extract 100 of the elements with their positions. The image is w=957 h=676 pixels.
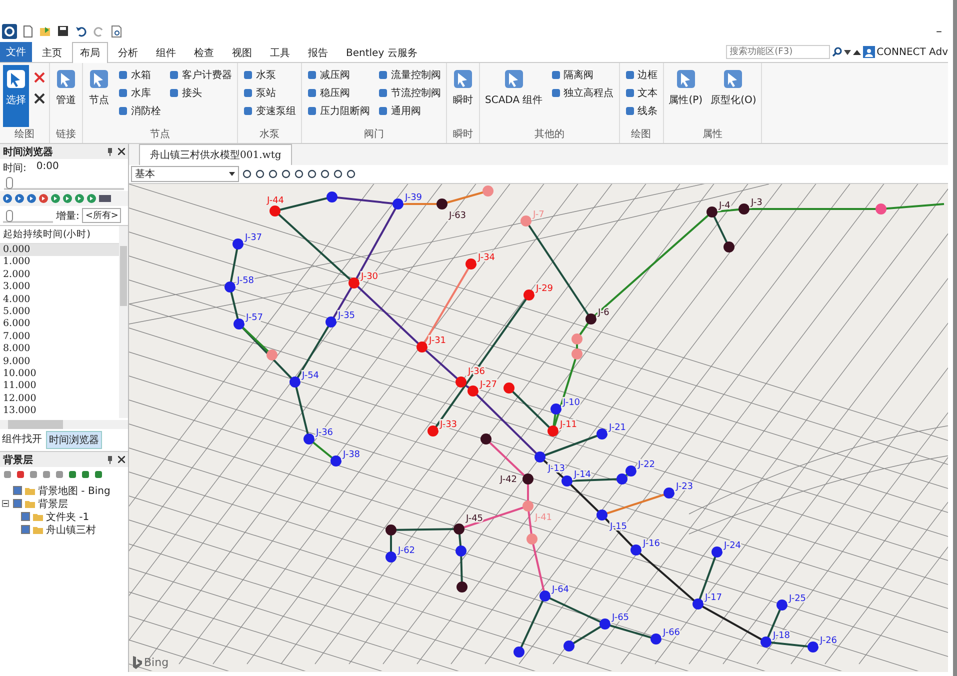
junction-node[interactable] bbox=[520, 216, 532, 226]
junction-node[interactable] bbox=[480, 434, 492, 444]
ribbon-button[interactable]: 线条 bbox=[622, 103, 660, 119]
time-step-row[interactable]: 13.000 bbox=[0, 405, 119, 418]
junction-node[interactable] bbox=[760, 636, 772, 648]
junction-node[interactable] bbox=[224, 282, 236, 292]
junction-node[interactable] bbox=[456, 582, 468, 592]
junction-node[interactable] bbox=[386, 524, 396, 536]
junction-node[interactable] bbox=[876, 204, 886, 214]
ribbon-tab[interactable]: 布局 bbox=[72, 42, 108, 62]
junction-node[interactable] bbox=[504, 382, 514, 394]
ribbon-button[interactable]: SCADA 组件 bbox=[483, 65, 545, 127]
ribbon-button[interactable]: 节流控制阀 bbox=[376, 85, 443, 101]
playback-control-icon[interactable] bbox=[87, 194, 96, 203]
junction-node[interactable] bbox=[348, 278, 360, 288]
speed-slider[interactable] bbox=[3, 208, 53, 222]
junction-node[interactable] bbox=[456, 376, 466, 388]
ribbon-button[interactable]: 独立高程点 bbox=[548, 85, 616, 101]
tree-toggle[interactable] bbox=[2, 500, 10, 507]
playback-control-icon[interactable] bbox=[3, 194, 12, 203]
junction-node[interactable] bbox=[572, 348, 582, 360]
junction-node[interactable] bbox=[596, 428, 608, 440]
layer-label[interactable]: 背景层 bbox=[38, 496, 68, 510]
junction-node[interactable] bbox=[540, 590, 550, 602]
junction-node[interactable] bbox=[562, 476, 572, 486]
junction-node[interactable] bbox=[386, 552, 396, 562]
time-step-row[interactable]: 12.000 bbox=[0, 392, 119, 406]
junction-node[interactable] bbox=[626, 466, 636, 476]
junction-node[interactable] bbox=[304, 434, 314, 444]
junction-node[interactable] bbox=[534, 452, 546, 462]
ribbon-button[interactable]: 瞬时 bbox=[450, 65, 476, 127]
ribbon-tab[interactable]: 检查 bbox=[186, 42, 222, 62]
tool-icon[interactable] bbox=[33, 92, 46, 105]
junction-node[interactable] bbox=[270, 206, 280, 216]
ribbon-button[interactable]: 变速泵组 bbox=[241, 103, 298, 119]
ribbon-tab[interactable]: Bentley 云服务 bbox=[338, 42, 426, 62]
time-step-row[interactable]: 9.000 bbox=[0, 356, 119, 368]
time-step-row[interactable]: 3.000 bbox=[0, 281, 119, 294]
time-step-row[interactable]: 7.000 bbox=[0, 330, 119, 344]
dropdown-caret-icon[interactable] bbox=[844, 50, 851, 54]
ribbon-button[interactable]: 通用阀 bbox=[376, 103, 443, 119]
layer-checkbox[interactable] bbox=[13, 486, 22, 495]
time-step-row[interactable]: 5.000 bbox=[0, 306, 119, 318]
ribbon-button[interactable]: 水泵 bbox=[241, 67, 298, 83]
junction-node[interactable] bbox=[776, 600, 788, 610]
junction-node[interactable] bbox=[548, 426, 558, 436]
ribbon-tab[interactable]: 组件 bbox=[148, 42, 184, 62]
panel-tab[interactable]: 组件找开 bbox=[0, 431, 44, 449]
playback-control-icon[interactable] bbox=[75, 194, 84, 203]
junction-node[interactable] bbox=[692, 598, 704, 610]
junction-node[interactable] bbox=[706, 206, 718, 218]
junction-node[interactable] bbox=[596, 510, 608, 520]
junction-node[interactable] bbox=[526, 534, 538, 544]
junction-node[interactable] bbox=[600, 618, 610, 630]
close-icon[interactable] bbox=[118, 456, 125, 463]
layer-checkbox[interactable] bbox=[21, 512, 30, 521]
document-tab[interactable]: 舟山镇三村供水模型001.wtg bbox=[139, 144, 292, 165]
file-tab[interactable]: 文件 bbox=[0, 42, 32, 62]
time-step-row[interactable]: 2.000 bbox=[0, 268, 119, 282]
junction-node[interactable] bbox=[522, 500, 534, 512]
ribbon-button[interactable]: 接头 bbox=[167, 85, 234, 101]
layer-checkbox[interactable] bbox=[21, 525, 30, 534]
search-icon[interactable] bbox=[832, 47, 842, 57]
junction-node[interactable] bbox=[326, 192, 338, 202]
time-step-row[interactable]: 11.000 bbox=[0, 380, 119, 393]
ribbon-button[interactable]: 节点 bbox=[86, 65, 112, 127]
junction-node[interactable] bbox=[330, 456, 342, 466]
junction-node[interactable] bbox=[564, 640, 574, 652]
ribbon-button[interactable]: 减压阀 bbox=[305, 67, 372, 83]
pin-icon[interactable] bbox=[107, 148, 113, 156]
junction-node[interactable] bbox=[524, 290, 534, 300]
time-step-row[interactable]: 10.000 bbox=[0, 368, 119, 380]
ribbon-button[interactable]: 文本 bbox=[622, 85, 660, 101]
playback-control-icon[interactable] bbox=[39, 194, 48, 203]
junction-node[interactable] bbox=[456, 546, 466, 556]
settings-icon[interactable] bbox=[99, 194, 111, 203]
junction-node[interactable] bbox=[572, 334, 582, 344]
ribbon-button[interactable]: 边框 bbox=[622, 67, 660, 83]
time-step-row[interactable]: 0.000 bbox=[0, 244, 119, 256]
junction-node[interactable] bbox=[738, 204, 750, 214]
junction-node[interactable] bbox=[468, 386, 478, 396]
ribbon-button[interactable]: 管道 bbox=[53, 65, 79, 127]
pin-icon[interactable] bbox=[107, 456, 113, 464]
ribbon-button[interactable]: 选择 bbox=[3, 65, 29, 127]
layer-label[interactable]: 舟山镇三村 bbox=[46, 522, 96, 536]
caret-icon[interactable] bbox=[229, 172, 235, 176]
print-preview-icon[interactable] bbox=[111, 24, 123, 38]
junction-node[interactable] bbox=[416, 342, 428, 352]
new-file-icon[interactable] bbox=[23, 24, 33, 38]
ribbon-tab[interactable]: 工具 bbox=[262, 42, 298, 62]
time-step-row[interactable]: 6.000 bbox=[0, 318, 119, 331]
junction-node[interactable] bbox=[630, 544, 642, 556]
ribbon-button[interactable]: 消防栓 bbox=[116, 103, 163, 119]
increment-dropdown[interactable]: <所有> bbox=[82, 208, 122, 223]
time-step-row[interactable]: 1.000 bbox=[0, 256, 119, 269]
ribbon-tab[interactable]: 主页 bbox=[34, 42, 70, 62]
ribbon-tab[interactable]: 视图 bbox=[224, 42, 260, 62]
ribbon-button[interactable]: 流量控制阀 bbox=[376, 67, 443, 83]
scrollbar-thumb[interactable] bbox=[8, 420, 63, 429]
ribbon-button[interactable]: 水箱 bbox=[116, 67, 163, 83]
